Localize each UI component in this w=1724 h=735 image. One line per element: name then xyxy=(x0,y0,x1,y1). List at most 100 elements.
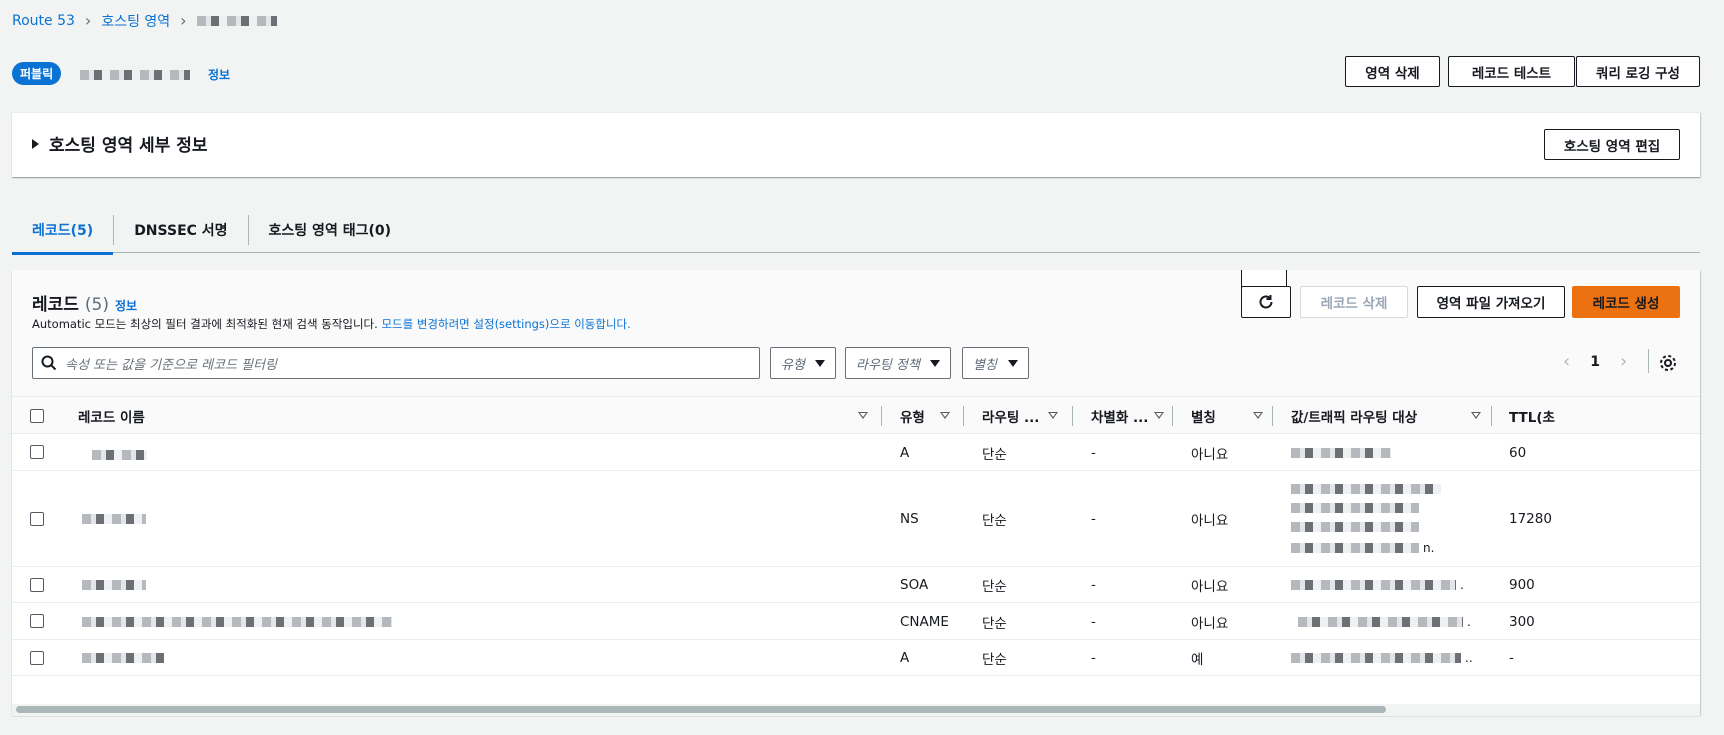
col-divider[interactable] xyxy=(1072,406,1073,426)
routing-cell: 단순 xyxy=(982,652,1007,668)
value-cell: .. xyxy=(1291,640,1473,676)
table-row[interactable]: NS 단순 - 아니요 n. 17280 xyxy=(12,471,1700,567)
value-cell: . xyxy=(1298,603,1471,640)
row-checkbox[interactable] xyxy=(30,445,44,459)
ttl-cell: 900 xyxy=(1509,577,1535,593)
breadcrumb-zone-name-redacted xyxy=(196,16,277,26)
query-logging-button[interactable]: 쿼리 로깅 구성 xyxy=(1576,56,1700,87)
test-record-button[interactable]: 레코드 테스트 xyxy=(1448,56,1575,87)
records-panel: 레코드 (5) 정보 Automatic 모드는 최상의 필터 결과에 최적화된… xyxy=(12,270,1700,715)
records-desc-text: Automatic 모드는 최상의 필터 결과에 최적화된 현재 검색 동작입니… xyxy=(32,317,378,331)
table-row[interactable]: CNAME 단순 - 아니요 . 300 xyxy=(12,603,1700,640)
alias-cell: 아니요 xyxy=(1191,513,1229,529)
zone-name: 정보 xyxy=(80,66,230,83)
zone-name-redacted xyxy=(80,69,190,80)
type-filter-select[interactable]: 유형 xyxy=(770,347,836,379)
col-divider[interactable] xyxy=(1272,406,1273,426)
col-value[interactable]: 값/트래픽 라우팅 대상 xyxy=(1291,397,1417,435)
routing-filter-select[interactable]: 라우팅 정책 xyxy=(845,347,951,379)
record-name-redacted xyxy=(82,653,164,663)
value-suffix: .. xyxy=(1465,651,1473,665)
record-name-cell xyxy=(82,471,146,567)
chevron-left-icon[interactable]: ‹ xyxy=(1563,353,1570,371)
tab-tags[interactable]: 호스팅 영역 태그(0) xyxy=(249,207,411,253)
col-divider[interactable] xyxy=(963,406,964,426)
sort-icon[interactable] xyxy=(1154,412,1164,419)
alias-filter-label: 별칭 xyxy=(973,357,997,373)
sort-icon[interactable] xyxy=(1253,412,1263,419)
col-type[interactable]: 유형 xyxy=(900,397,925,435)
alias-filter-select[interactable]: 별칭 xyxy=(962,347,1029,379)
refresh-icon xyxy=(1259,295,1273,309)
refresh-button[interactable] xyxy=(1241,286,1291,318)
value-redacted xyxy=(1291,542,1419,553)
value-redacted xyxy=(1291,502,1419,513)
alias-cell: 아니요 xyxy=(1191,615,1229,632)
page-number[interactable]: 1 xyxy=(1590,354,1600,370)
sort-icon[interactable] xyxy=(1471,412,1481,419)
breadcrumb-route53[interactable]: Route 53 xyxy=(12,13,75,29)
records-title: 레코드 (5) 정보 xyxy=(32,290,137,315)
pagination: ‹ 1 › xyxy=(1563,353,1627,371)
edit-hosted-zone-button[interactable]: 호스팅 영역 편집 xyxy=(1544,129,1680,160)
table-row[interactable]: A 단순 - 아니요 60 xyxy=(12,434,1700,471)
table-header: 레코드 이름 유형 라우팅 ... 차별화 ... 별칭 값/트래픽 라우팅 대… xyxy=(12,396,1700,434)
value-redacted xyxy=(1291,483,1441,494)
search-input[interactable]: 속성 또는 값을 기준으로 레코드 필터링 xyxy=(32,347,760,379)
tab-dnssec[interactable]: DNSSEC 서명 xyxy=(114,207,247,253)
type-cell: NS xyxy=(900,511,919,527)
records-info-link[interactable]: 정보 xyxy=(115,297,137,314)
import-zone-file-button[interactable]: 영역 파일 가져오기 xyxy=(1417,286,1565,318)
horizontal-scrollbar[interactable] xyxy=(12,704,1700,716)
alias-cell: 아니요 xyxy=(1191,579,1229,595)
row-checkbox[interactable] xyxy=(30,578,44,592)
col-divider[interactable] xyxy=(1491,406,1492,426)
chevron-right-icon[interactable]: › xyxy=(1620,353,1627,371)
record-name-cell xyxy=(82,603,392,640)
ttl-cell: 60 xyxy=(1509,444,1527,461)
delete-zone-button[interactable]: 영역 삭제 xyxy=(1345,56,1440,87)
diff-cell: - xyxy=(1091,444,1096,461)
zone-info-link[interactable]: 정보 xyxy=(208,66,230,83)
value-suffix: n. xyxy=(1423,540,1435,555)
routing-cell: 단순 xyxy=(982,513,1007,529)
create-record-button[interactable]: 레코드 생성 xyxy=(1572,286,1680,318)
settings-icon[interactable] xyxy=(1659,354,1677,372)
row-checkbox[interactable] xyxy=(30,512,44,526)
col-ttl[interactable]: TTL(초 xyxy=(1509,397,1555,435)
alias-cell: 아니요 xyxy=(1191,446,1229,463)
scrollbar-thumb[interactable] xyxy=(16,706,1386,713)
record-name-redacted xyxy=(82,580,146,590)
value-redacted xyxy=(1298,616,1463,627)
table-row[interactable]: SOA 단순 - 아니요 . 900 xyxy=(12,567,1700,603)
diff-cell: - xyxy=(1091,613,1096,630)
col-differentiator[interactable]: 차별화 ... xyxy=(1091,397,1148,435)
sort-icon[interactable] xyxy=(1048,412,1058,419)
row-checkbox[interactable] xyxy=(30,614,44,628)
sort-icon[interactable] xyxy=(940,412,950,419)
hosted-zone-details-toggle[interactable]: 호스팅 영역 세부 정보 xyxy=(32,131,208,156)
col-record-name[interactable]: 레코드 이름 xyxy=(78,397,145,435)
record-name-cell xyxy=(82,640,164,676)
pager-divider xyxy=(1648,349,1649,373)
select-all-checkbox[interactable] xyxy=(30,409,44,423)
breadcrumb-hosted-zones[interactable]: 호스팅 영역 xyxy=(101,11,170,31)
routing-filter-label: 라우팅 정책 xyxy=(856,357,920,373)
type-filter-label: 유형 xyxy=(781,357,805,373)
tab-records[interactable]: 레코드(5) xyxy=(12,207,114,255)
caret-down-icon xyxy=(1008,359,1018,367)
delete-record-button[interactable]: 레코드 삭제 xyxy=(1300,286,1408,318)
value-line: n. xyxy=(1291,541,1434,555)
table-row[interactable]: A 단순 - 예 .. - xyxy=(12,640,1700,676)
row-checkbox[interactable] xyxy=(30,651,44,665)
sort-icon[interactable] xyxy=(858,412,868,419)
record-name-redacted xyxy=(92,449,147,460)
col-routing[interactable]: 라우팅 ... xyxy=(982,397,1039,435)
records-count: (5) xyxy=(84,295,110,315)
record-name-cell xyxy=(92,434,147,471)
search-icon xyxy=(41,355,57,371)
col-alias[interactable]: 별칭 xyxy=(1191,397,1216,435)
col-divider[interactable] xyxy=(881,406,882,426)
col-divider[interactable] xyxy=(1172,406,1173,426)
records-settings-link[interactable]: 모드를 변경하려면 설정(settings)으로 이동합니다. xyxy=(381,317,630,331)
